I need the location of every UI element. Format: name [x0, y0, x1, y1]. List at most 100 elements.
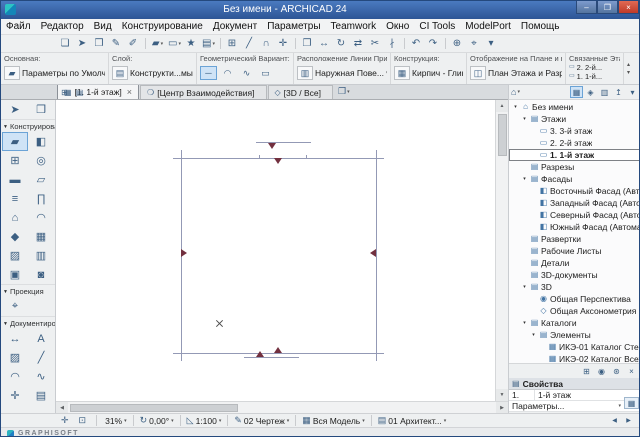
tree-item-current-story[interactable]: ▭ 1. 1-й этаж: [509, 149, 639, 161]
more-tools-button[interactable]: ▾: [483, 36, 500, 52]
fill-tool[interactable]: ▨: [2, 348, 28, 367]
default-settings-label[interactable]: Параметры по Умолчанию: [22, 68, 105, 78]
marquee-button[interactable]: ❒: [91, 36, 108, 52]
wall-tool-button[interactable]: ▰ ▾: [149, 36, 166, 52]
undo-button[interactable]: ↶: [408, 36, 425, 52]
status-item[interactable]: [295, 415, 297, 426]
structure-select[interactable]: ▦ Кирпич - Глин... ▾: [394, 63, 463, 83]
orbit-button[interactable]: ⌖: [466, 36, 483, 52]
pickup-parameters-button[interactable]: ✐: [125, 36, 142, 52]
drawing-canvas[interactable]: [56, 100, 495, 401]
tree-expand-arrow[interactable]: ▾: [530, 329, 537, 341]
toolbox-section-documentation[interactable]: ▼ Документирование: [1, 316, 55, 329]
tree-expand-arrow[interactable]: ▾: [521, 281, 528, 293]
object-tool[interactable]: ▣: [2, 265, 28, 284]
rectangle-wall-variant[interactable]: ▭: [257, 66, 274, 80]
properties-header[interactable]: ▤ Свойства: [509, 378, 639, 390]
status-item[interactable]: [370, 415, 372, 426]
plan-display-select[interactable]: ◫ План Этажа и Разрез... ▾: [470, 63, 562, 83]
polyline-tool[interactable]: ∿: [28, 367, 54, 386]
layer-settings-button[interactable]: ▤ ▾: [200, 36, 217, 52]
tree-item[interactable]: ▾ ▤ Каталоги: [509, 317, 639, 329]
menu-item[interactable]: Вид: [89, 21, 117, 32]
status-item[interactable]: [132, 415, 134, 426]
mesh-tool[interactable]: ▦: [28, 227, 54, 246]
tree-item[interactable]: ◇ Общая Аксонометрия: [509, 305, 639, 317]
group-button[interactable]: ❐: [299, 36, 316, 52]
layer-combination-select[interactable]: ▤ 01 Архитект... ▾: [375, 415, 450, 426]
tree-item[interactable]: ▤ Развертки: [509, 233, 639, 245]
go-back-button[interactable]: ◀: [608, 415, 621, 427]
wall-tool[interactable]: ▰: [2, 132, 28, 151]
trim-button[interactable]: ✂: [367, 36, 384, 52]
horizontal-scroll-thumb[interactable]: [70, 404, 238, 412]
scroll-down-button[interactable]: ▼: [496, 389, 508, 401]
status-item[interactable]: [179, 415, 181, 426]
menu-item[interactable]: Конструирование: [117, 21, 208, 32]
orientation-select[interactable]: ↻ 0,00° ▾: [137, 415, 177, 426]
stair-tool[interactable]: ≡: [2, 189, 28, 208]
tree-item[interactable]: ▭ 3. 3-й этаж: [509, 125, 639, 137]
tree-item[interactable]: ▤ Рабочие Листы: [509, 245, 639, 257]
split-button[interactable]: ∤: [384, 36, 401, 52]
publisher-sets-icon[interactable]: ↥: [612, 86, 625, 98]
marquee-tool[interactable]: ❒: [28, 100, 54, 119]
view-tab[interactable]: ❍ [Центр Взаимодействия]: [140, 85, 267, 99]
arrow-button[interactable]: ➤: [74, 36, 91, 52]
guide-lines-button[interactable]: ╱: [241, 36, 258, 52]
scale-select[interactable]: ◺ 1:100 ▾: [184, 415, 225, 426]
arrow-tool[interactable]: ➤: [2, 100, 28, 119]
window-tool[interactable]: ⊞: [2, 151, 28, 170]
menu-item[interactable]: Файл: [1, 21, 36, 32]
elevation-marker-north-triangle[interactable]: [268, 143, 276, 149]
infobox-scroll-up[interactable]: ▴: [627, 62, 630, 68]
tree-item[interactable]: ◉ Общая Перспектива: [509, 293, 639, 305]
linked-story-row[interactable]: ▭ 1. 1-й...: [569, 72, 620, 81]
new-folder-button[interactable]: ⊞: [580, 365, 593, 377]
view-map-icon[interactable]: ◈: [584, 86, 597, 98]
tree-item[interactable]: ▾ ▤ Элементы: [509, 329, 639, 341]
new-file-button[interactable]: ❏: [57, 36, 74, 52]
arc-tool[interactable]: ◠: [2, 367, 28, 386]
status-item[interactable]: [96, 415, 98, 426]
tree-item[interactable]: ◧ Южный Фасад (Автоматичес: [509, 221, 639, 233]
figure-tool[interactable]: ▤: [28, 386, 54, 405]
zoom-button[interactable]: ⊕: [449, 36, 466, 52]
structure-display-select[interactable]: ▦ Вся Модель ▾: [299, 415, 367, 426]
straight-wall-variant[interactable]: ─: [200, 66, 217, 80]
vertical-scrollbar[interactable]: ▲ ▼: [495, 100, 508, 401]
pop-up-navigator-icon[interactable]: ⊞: [58, 86, 71, 98]
project-chooser-button[interactable]: ⌂ ▾: [511, 87, 520, 97]
layout-book-icon[interactable]: ▥: [598, 86, 611, 98]
toolbar-button[interactable]: [295, 38, 296, 49]
tree-item[interactable]: ▾ ▤ 3D: [509, 281, 639, 293]
tree-item[interactable]: ▤ Разрезы: [509, 161, 639, 173]
tree-item[interactable]: ▤ Детали: [509, 257, 639, 269]
view-tab[interactable]: ◇ [3D / Все]: [267, 85, 333, 99]
tree-expand-arrow[interactable]: ▾: [512, 101, 519, 113]
menu-item[interactable]: Документ: [208, 21, 262, 32]
toolbar-button[interactable]: [145, 38, 146, 49]
wall-settings-icon[interactable]: ▰: [4, 66, 20, 80]
toolbox-section-construction[interactable]: ▼ Конструирование: [1, 119, 55, 132]
infobox-scroll-down[interactable]: ▾: [627, 70, 630, 76]
menu-item[interactable]: Помощь: [516, 21, 565, 32]
elevation-marker-west-triangle[interactable]: [181, 249, 187, 257]
tree-item[interactable]: ▤ 3D-документы: [509, 269, 639, 281]
linked-story-row[interactable]: ▭ 2. 2-й...: [569, 63, 620, 72]
toolbar-button[interactable]: [404, 38, 405, 49]
layer-select[interactable]: ▤ Конструкти...мы Несущие ▾: [112, 63, 193, 83]
line-tool[interactable]: ╱: [28, 348, 54, 367]
more-views-icon[interactable]: ▾: [626, 86, 639, 98]
elevation-marker-south-triangle[interactable]: [256, 351, 264, 357]
properties-settings-button[interactable]: ▦: [624, 397, 639, 409]
move-button[interactable]: ↔: [316, 36, 333, 52]
minimize-button[interactable]: –: [576, 1, 597, 14]
menu-item[interactable]: Окно: [381, 21, 414, 32]
pan-tool-button[interactable]: ✛: [58, 415, 76, 426]
railing-tool[interactable]: ∏: [28, 189, 54, 208]
menu-item[interactable]: Teamwork: [326, 21, 382, 32]
hotspot-tool[interactable]: ✛: [2, 386, 28, 405]
elevation-marker-south-line[interactable]: [244, 357, 299, 358]
elevation-marker-north-line[interactable]: [256, 142, 311, 143]
